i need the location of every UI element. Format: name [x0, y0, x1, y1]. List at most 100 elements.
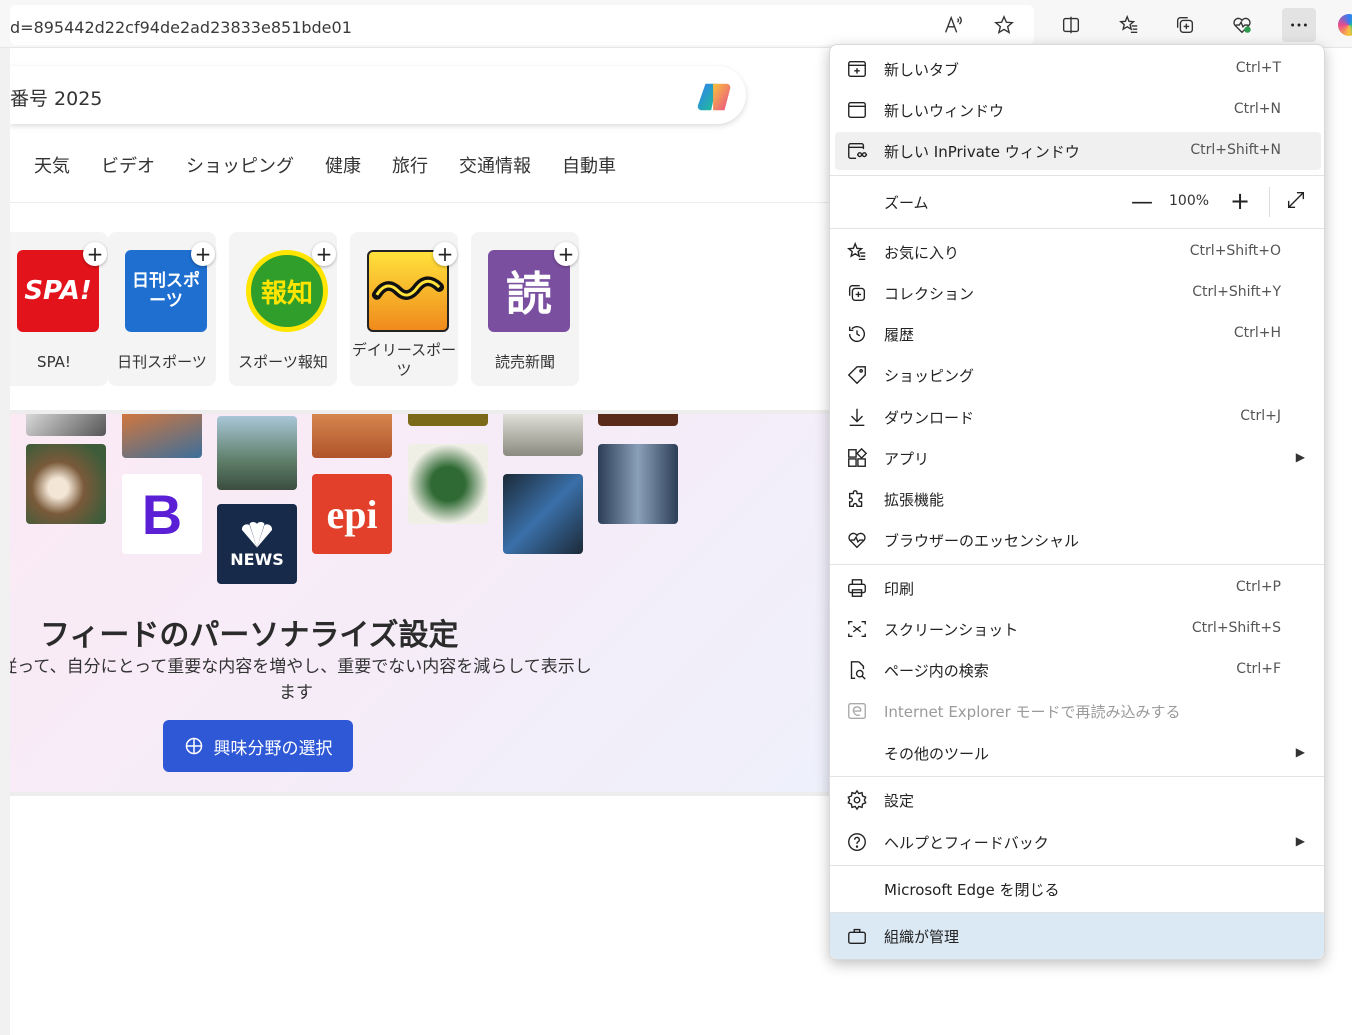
- collage-image: [217, 416, 297, 490]
- collage-image: [408, 414, 488, 426]
- quick-link-label: 日刊スポーツ: [117, 353, 207, 371]
- read-aloud-icon[interactable]: [936, 8, 970, 42]
- nbc-news-thumbnail: NEWS: [217, 504, 297, 584]
- nav-item-traffic[interactable]: 交通情報: [459, 152, 531, 178]
- quick-link-tile[interactable]: + デイリースポーツ: [350, 232, 458, 386]
- collage-image: [122, 414, 202, 458]
- quick-link-label: デイリースポーツ: [351, 341, 457, 379]
- heart-pulse-icon: [846, 529, 868, 551]
- screenshot-icon: [846, 618, 868, 640]
- nav-item-weather[interactable]: 天気: [34, 152, 70, 178]
- nav-item-video[interactable]: ビデオ: [101, 152, 155, 178]
- collage-image: [503, 414, 583, 456]
- address-bar[interactable]: d=895442d22cf94de2ad23833e851bde01: [10, 5, 1034, 45]
- window-edge: [0, 48, 10, 1035]
- quick-link-tile[interactable]: 報知 + スポーツ報知: [229, 232, 337, 386]
- nbc-peacock-icon: [241, 521, 273, 547]
- menu-item-new-tab[interactable]: 新しいタブ Ctrl+T: [835, 50, 1321, 88]
- zoom-out-button[interactable]: —: [1127, 187, 1157, 217]
- nav-item-travel[interactable]: 旅行: [392, 152, 428, 178]
- copilot-icon[interactable]: [1338, 14, 1352, 36]
- collections-icon[interactable]: [1168, 8, 1202, 42]
- collage-image: [503, 474, 583, 554]
- collage-image: [408, 444, 488, 524]
- add-quick-link-icon[interactable]: +: [433, 242, 457, 266]
- history-icon: [846, 323, 868, 345]
- settings-and-more-menu: 新しいタブ Ctrl+T 新しいウィンドウ Ctrl+N 新しい InPriva…: [829, 44, 1325, 960]
- select-interests-label: 興味分野の選択: [213, 738, 333, 759]
- download-icon: [846, 406, 868, 428]
- menu-separator: [830, 228, 1324, 229]
- address-text: d=895442d22cf94de2ad23833e851bde01: [10, 18, 352, 37]
- nbc-news-label: NEWS: [230, 549, 284, 569]
- search-box[interactable]: 番号 2025: [10, 66, 746, 124]
- quick-link-label: スポーツ報知: [238, 353, 328, 371]
- quick-link-label: SPA!: [37, 353, 71, 371]
- menu-item-browser-essentials[interactable]: ブラウザーのエッセンシャル: [835, 521, 1321, 559]
- menu-item-more-tools[interactable]: その他のツール ▶: [835, 734, 1321, 772]
- quick-link-tile[interactable]: SPA! + SPA!: [10, 232, 108, 386]
- favorite-star-icon[interactable]: [987, 8, 1021, 42]
- menu-separator: [830, 564, 1324, 565]
- menu-item-extensions[interactable]: 拡張機能: [835, 480, 1321, 518]
- copilot-icon[interactable]: [696, 78, 734, 116]
- submenu-arrow-icon: ▶: [1295, 834, 1305, 848]
- favorites-icon: [846, 241, 868, 263]
- printer-icon: [846, 577, 868, 599]
- menu-separator: [830, 865, 1324, 866]
- collage-image: [312, 414, 392, 458]
- menu-item-find-on-page[interactable]: ページ内の検索 Ctrl+F: [835, 651, 1321, 689]
- briefcase-icon: [846, 925, 868, 947]
- menu-item-ie-mode: Internet Explorer モードで再読み込みする: [835, 692, 1321, 730]
- menu-item-print[interactable]: 印刷 Ctrl+P: [835, 569, 1321, 607]
- menu-item-new-window[interactable]: 新しいウィンドウ Ctrl+N: [835, 91, 1321, 129]
- grid-icon: [185, 737, 202, 755]
- collage-image: [26, 444, 106, 524]
- nav-divider: [10, 202, 830, 203]
- menu-item-downloads[interactable]: ダウンロード Ctrl+J: [835, 398, 1321, 436]
- menu-item-screenshot[interactable]: スクリーンショット Ctrl+Shift+S: [835, 610, 1321, 648]
- apps-icon: [846, 447, 868, 469]
- favorites-icon[interactable]: [1112, 8, 1146, 42]
- more-icon[interactable]: [1282, 8, 1316, 42]
- menu-item-apps[interactable]: アプリ ▶: [835, 439, 1321, 477]
- add-quick-link-icon[interactable]: +: [191, 242, 215, 266]
- add-quick-link-icon[interactable]: +: [83, 242, 107, 266]
- collage-image: [598, 414, 678, 426]
- help-icon: [846, 831, 868, 853]
- submenu-arrow-icon: ▶: [1295, 450, 1305, 464]
- booking-thumbnail: B: [122, 474, 202, 554]
- nav-item-shopping[interactable]: ショッピング: [186, 152, 294, 178]
- add-quick-link-icon[interactable]: +: [554, 242, 578, 266]
- menu-item-favorites[interactable]: お気に入り Ctrl+Shift+O: [835, 233, 1321, 271]
- zoom-level: 100%: [1169, 193, 1210, 209]
- split-screen-icon[interactable]: [1054, 8, 1088, 42]
- menu-item-history[interactable]: 履歴 Ctrl+H: [835, 315, 1321, 353]
- zoom-label: ズーム: [884, 194, 929, 212]
- menu-item-help-feedback[interactable]: ヘルプとフィードバック ▶: [835, 823, 1321, 861]
- menu-item-managed-by-org[interactable]: 組織が管理: [830, 913, 1324, 959]
- menu-item-collections[interactable]: コレクション Ctrl+Shift+Y: [835, 274, 1321, 312]
- collage-image: [26, 414, 106, 436]
- nav-item-autos[interactable]: 自動車: [562, 152, 616, 178]
- menu-item-close-edge[interactable]: Microsoft Edge を閉じる: [835, 870, 1321, 908]
- booking-logo: B: [141, 482, 183, 546]
- search-input[interactable]: 番号 2025: [10, 84, 102, 111]
- quick-link-tile[interactable]: 読 + 読売新聞: [471, 232, 579, 386]
- browser-essentials-icon[interactable]: [1225, 8, 1259, 42]
- quick-links: SPA! + SPA! 日刊スポーツ + 日刊スポーツ 報知 + スポーツ報知 …: [10, 232, 830, 390]
- menu-item-settings[interactable]: 設定: [835, 781, 1321, 819]
- nav-item-health[interactable]: 健康: [325, 152, 361, 178]
- find-page-icon: [846, 659, 868, 681]
- gear-icon: [846, 789, 868, 811]
- menu-item-shopping[interactable]: ショッピング: [835, 356, 1321, 394]
- epicurious-thumbnail: epi: [312, 474, 392, 554]
- select-interests-button[interactable]: 興味分野の選択: [163, 720, 353, 772]
- zoom-in-button[interactable]: +: [1225, 186, 1255, 216]
- internet-explorer-icon: [846, 700, 868, 722]
- quick-link-tile[interactable]: 日刊スポーツ + 日刊スポーツ: [108, 232, 216, 386]
- menu-item-new-inprivate-window[interactable]: 新しい InPrivate ウィンドウ Ctrl+Shift+N: [835, 132, 1321, 170]
- fullscreen-icon[interactable]: [1285, 189, 1311, 215]
- add-quick-link-icon[interactable]: +: [312, 242, 336, 266]
- collections-icon: [846, 282, 868, 304]
